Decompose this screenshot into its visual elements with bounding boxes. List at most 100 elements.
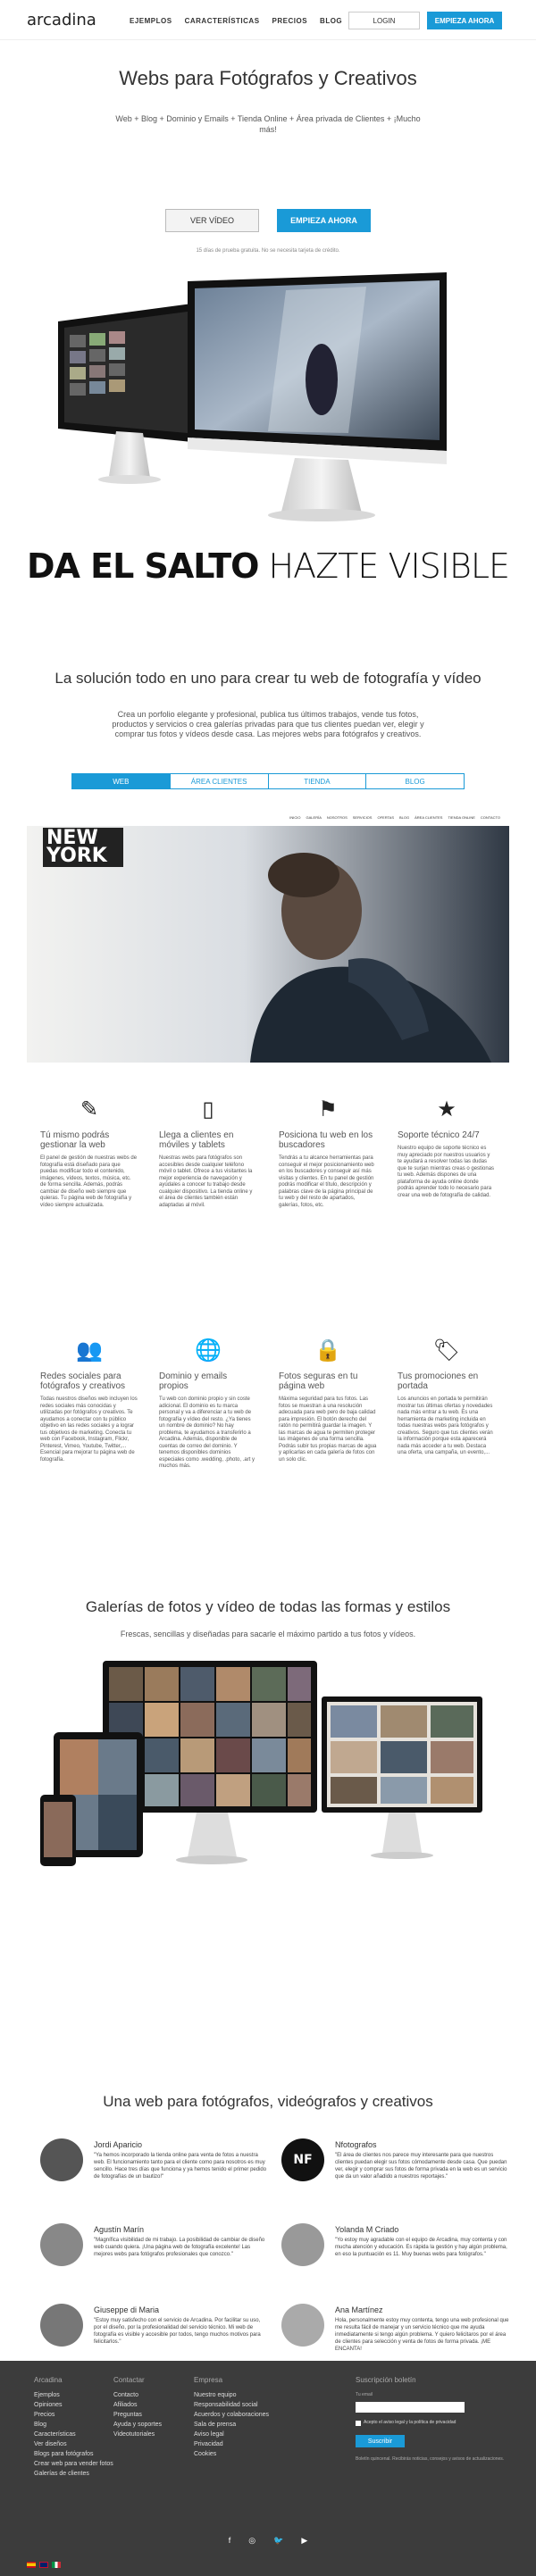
italy-flag-icon[interactable] (52, 2562, 61, 2568)
testimonial-text: "Estoy muy satisfecho con el servicio de… (94, 2318, 261, 2345)
testimonial-text: "Yo estoy muy agradable con el equipo de… (335, 2238, 507, 2257)
footer-link[interactable]: Contacto (113, 2390, 162, 2400)
hero-title: Webs para Fotógrafos y Creativos (119, 67, 417, 89)
nfotografos-logo: NF (281, 2138, 324, 2181)
newsletter-form: Suscripción boletín Tu email Acepto el a… (356, 2375, 507, 2463)
email-field[interactable] (356, 2402, 465, 2413)
youtube-icon[interactable]: ▶ (301, 2536, 307, 2546)
testimonial-name: Yolanda M Criado (335, 2225, 399, 2234)
trial-note: 15 días de prueba gratuita. No se necesi… (196, 248, 340, 254)
avatar (40, 2304, 83, 2347)
testimonial-text: "Magnífica visibilidad de mi trabajo. La… (94, 2238, 265, 2257)
spain-flag-icon[interactable] (27, 2562, 36, 2568)
avatar (40, 2138, 83, 2181)
feature-mobile: ▯ Llega a clientes en móviles y tablets … (159, 1096, 257, 1209)
feature-manage: ✎ Tú mismo podrás gestionar la web El pa… (40, 1096, 138, 1209)
website-screenshot: INICIO GALERÍA NOSOTROS SERVICIOS OFERTA… (27, 808, 509, 1063)
footer-link[interactable]: Acuerdos y colaboraciones (194, 2410, 269, 2420)
lock-icon: 🔒 (314, 1338, 341, 1363)
footer-link[interactable]: Responsabilidad social (194, 2400, 269, 2410)
testimonial-name: Jordi Aparicio (94, 2140, 143, 2149)
feature-text: Máxima seguridad para tus fotos. Las fot… (279, 1396, 377, 1463)
avatar (281, 2304, 324, 2347)
nav-precios[interactable]: PRECIOS (272, 17, 308, 25)
watch-video-button[interactable]: VER VÍDEO (165, 209, 259, 232)
accept-row: Acepto el aviso legal y la política de p… (356, 2418, 507, 2428)
footer-link[interactable]: Aviso legal (194, 2430, 269, 2439)
nav-blog[interactable]: BLOG (320, 17, 342, 25)
feature-title: Dominio y emails propios (159, 1371, 228, 1391)
feature-title: Posiciona tu web en los buscadores (279, 1130, 373, 1150)
logo[interactable]: arcadina (27, 11, 96, 29)
feature-title: Soporte técnico 24/7 (398, 1130, 480, 1140)
tags-icon: 🏷 (432, 1338, 461, 1363)
nav-caracteristicas[interactable]: CARACTERÍSTICAS (185, 17, 260, 25)
uk-flag-icon[interactable] (39, 2562, 48, 2568)
start-now-button[interactable]: EMPIEZA AHORA (427, 12, 502, 29)
footer-link[interactable]: Crear web para vender fotos (34, 2459, 113, 2469)
footer-col-contact: Contactar Contacto Afiliados Preguntas A… (113, 2375, 162, 2439)
footer-link[interactable]: Sala de prensa (194, 2420, 269, 2430)
testimonial-name: Giuseppe di Maria (94, 2305, 160, 2314)
feature-text: Todas nuestros diseños web incluyen los … (40, 1396, 138, 1463)
gallery-title: Galerías de fotos y vídeo de todas las f… (85, 1598, 451, 1615)
footer-link[interactable]: Galerías de clientes (34, 2469, 113, 2479)
feature-promos: 🏷 Tus promociones en portada Los anuncio… (398, 1338, 496, 1457)
footer-link[interactable]: Nuestro equipo (194, 2390, 269, 2400)
feature-domain: 🌐 Dominio y emails propios Tu web con do… (159, 1338, 257, 1471)
footer-link[interactable]: Precios (34, 2410, 113, 2420)
footer-link[interactable]: Preguntas (113, 2410, 162, 2420)
instagram-icon[interactable]: ◎ (248, 2536, 255, 2546)
facebook-icon[interactable]: f (229, 2536, 231, 2546)
feature-text: Nuestro equipo de soporte técnico es muy… (398, 1146, 495, 1198)
testimonial-text: "El área de clientes nos parece muy inte… (335, 2153, 507, 2180)
top-nav: arcadina EJEMPLOS CARACTERÍSTICAS PRECIO… (0, 0, 536, 40)
mobile-icon: ▯ (202, 1097, 214, 1121)
feature-title: Tú mismo podrás gestionar la web (40, 1130, 110, 1150)
hero-subtitle: Web + Blog + Dominio y Emails + Tienda O… (115, 114, 421, 134)
tab-area-clientes[interactable]: ÁREA CLIENTES (171, 774, 269, 788)
footer-link[interactable]: Ayuda y soportes (113, 2420, 162, 2430)
testimonials-title: Una web para fotógrafos, videógrafos y c… (103, 2093, 433, 2110)
tab-tienda[interactable]: TIENDA (269, 774, 367, 788)
subscribe-button[interactable]: Suscribir (356, 2435, 405, 2447)
login-button[interactable]: LOGIN (348, 12, 420, 29)
feature-tabs: WEB ÁREA CLIENTES TIENDA BLOG (71, 773, 465, 789)
slogan: DA EL SALTO HAZTE VISIBLE (0, 546, 536, 586)
shot-nav-item: OFERTAS (377, 815, 394, 820)
footer-link[interactable]: Blog (34, 2420, 113, 2430)
accept-checkbox[interactable] (356, 2420, 361, 2426)
testimonial-text: Hola, personalmente estoy muy contenta, … (335, 2318, 509, 2352)
footer-link[interactable]: Opiniones (34, 2400, 113, 2410)
hero-start-button[interactable]: EMPIEZA AHORA (277, 209, 371, 232)
nav-ejemplos[interactable]: EJEMPLOS (130, 17, 172, 25)
footer-link[interactable]: Videotutoriales (113, 2430, 162, 2439)
feature-text: Nuestras webs para fotógrafos son accesi… (159, 1155, 253, 1208)
feature-title: Redes sociales para fotógrafos y creativ… (40, 1371, 126, 1391)
footer-heading: Suscripción boletín (356, 2376, 416, 2384)
accept-label: Acepto el aviso legal y la política de p… (364, 2420, 456, 2425)
testimonial-card: Yolanda M Criado "Yo estoy muy agradable… (281, 2223, 509, 2295)
language-flags (27, 2562, 61, 2568)
footer-link[interactable]: Características (34, 2430, 113, 2439)
footer-link[interactable]: Ejemplos (34, 2390, 113, 2400)
shot-nav-item: ÁREA CLIENTES (415, 815, 443, 820)
footer-col-arcadina: Arcadina Ejemplos Opiniones Precios Blog… (34, 2375, 113, 2479)
footer-link[interactable]: Cookies (194, 2449, 269, 2459)
footer-link[interactable]: Afiliados (113, 2400, 162, 2410)
footer-link[interactable]: Privacidad (194, 2439, 269, 2449)
footer-link[interactable]: Ver diseños (34, 2439, 113, 2449)
edit-icon: ✎ (80, 1097, 99, 1121)
twitter-icon[interactable]: 🐦 (273, 2536, 283, 2546)
tab-web[interactable]: WEB (72, 774, 171, 788)
tab-blog[interactable]: BLOG (366, 774, 464, 788)
feature-title: Llega a clientes en móviles y tablets (159, 1130, 234, 1150)
feature-text: El panel de gestión de nuestras webs de … (40, 1155, 138, 1208)
feature-social: 👥 Redes sociales para fotógrafos y creat… (40, 1338, 138, 1463)
gallery-devices-illustration (40, 1661, 482, 1866)
footer-heading: Empresa (194, 2376, 223, 2384)
feature-text: Tendrás a tu alcance herramientas para c… (279, 1155, 374, 1208)
footer-link[interactable]: Blogs para fotógrafos (34, 2449, 113, 2459)
solution-title: La solución todo en uno para crear tu we… (54, 670, 482, 687)
feature-security: 🔒 Fotos seguras en tu página web Máxima … (279, 1338, 377, 1463)
